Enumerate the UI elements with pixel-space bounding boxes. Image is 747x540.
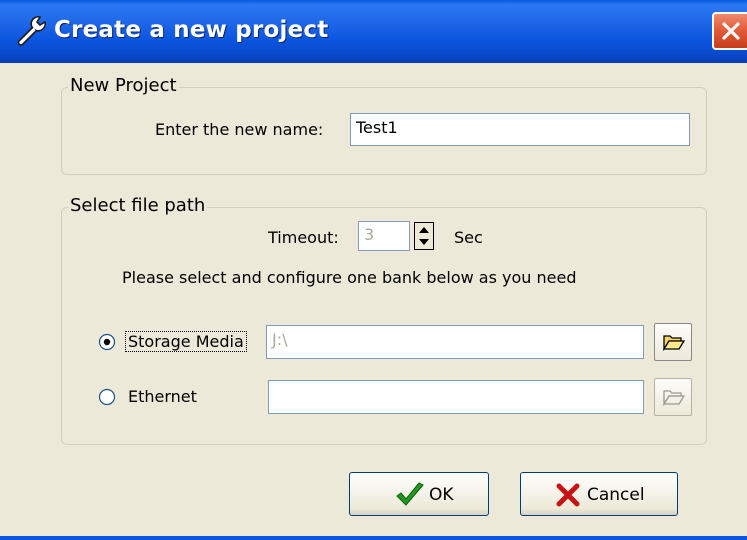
new-project-group-title: New Project [68, 75, 179, 96]
cancel-button[interactable]: Cancel [520, 472, 678, 516]
timeout-unit: Sec [454, 228, 483, 247]
close-button[interactable] [712, 12, 747, 50]
ok-button[interactable]: OK [349, 472, 489, 516]
close-icon [722, 22, 740, 40]
spin-down-icon[interactable] [415, 236, 433, 249]
cancel-label: Cancel [587, 485, 645, 505]
window-title: Create a new project [54, 17, 329, 43]
ethernet-radio[interactable] [98, 388, 116, 406]
instruction-text: Please select and configure one bank bel… [122, 268, 577, 287]
folder-open-icon [663, 335, 685, 351]
file-path-group-title: Select file path [68, 195, 208, 216]
ethernet-browse-button[interactable] [654, 378, 692, 416]
wrench-icon [17, 15, 47, 46]
timeout-label: Timeout: [268, 228, 339, 247]
checkmark-icon [396, 482, 424, 506]
create-project-dialog: Create a new project New Project Enter t… [0, 0, 747, 540]
ethernet-label[interactable]: Ethernet [128, 387, 197, 406]
x-icon [556, 483, 580, 507]
window-frame-bottom [0, 536, 747, 540]
storage-media-path[interactable]: J:\ [266, 325, 644, 359]
timeout-input[interactable]: 3 [358, 221, 410, 251]
storage-media-label[interactable]: Storage Media [125, 331, 247, 352]
project-name-input[interactable]: Test1 [350, 113, 690, 146]
folder-open-icon [663, 390, 685, 406]
timeout-spinner[interactable] [414, 222, 434, 250]
title-bar[interactable]: Create a new project [0, 0, 747, 63]
ethernet-path[interactable] [268, 380, 644, 414]
project-name-label: Enter the new name: [155, 120, 324, 139]
ok-label: OK [429, 485, 454, 505]
storage-media-radio[interactable] [98, 333, 116, 351]
storage-media-browse-button[interactable] [654, 323, 692, 361]
spin-up-icon[interactable] [415, 223, 433, 236]
